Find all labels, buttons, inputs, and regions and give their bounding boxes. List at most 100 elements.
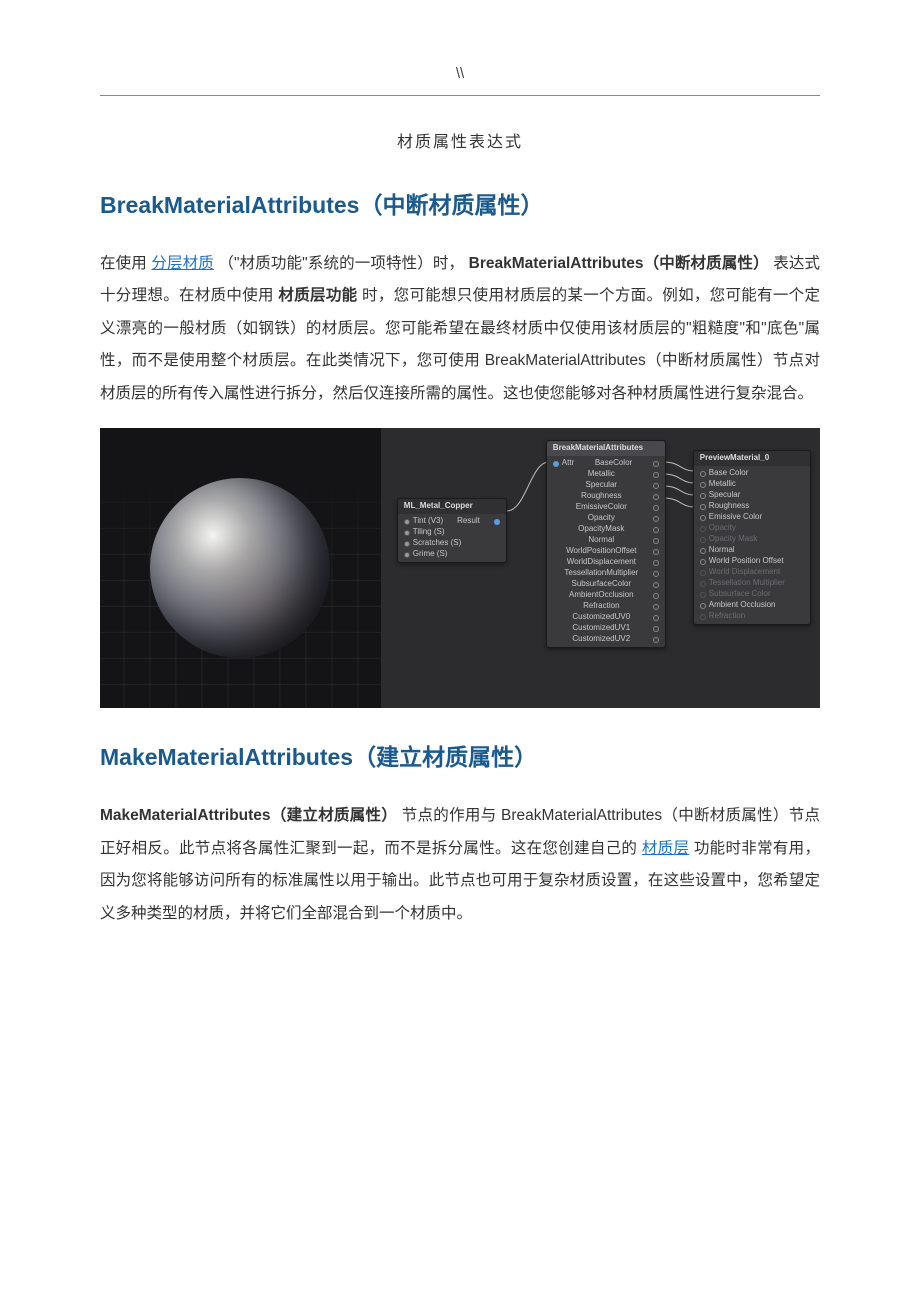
output-pin-icon: [653, 549, 659, 555]
node-pin-row[interactable]: Tiling (S): [402, 527, 502, 538]
node-pin-row[interactable]: EmissiveColor: [551, 502, 661, 513]
node-pin-row[interactable]: Opacity: [551, 513, 661, 524]
node-pin-row[interactable]: Refraction: [551, 601, 661, 612]
node-pin-row[interactable]: World Displacement: [698, 567, 806, 578]
input-pin-icon: [404, 541, 410, 547]
node-pin-row[interactable]: Normal: [551, 535, 661, 546]
layered-material-link[interactable]: 分层材质: [151, 255, 214, 272]
material-layer-link[interactable]: 材质层: [642, 840, 689, 857]
pin-label: TessellationMultiplier: [564, 568, 638, 579]
output-pin-icon: [653, 472, 659, 478]
pin-label: Roughness: [709, 501, 749, 512]
node-pin-row[interactable]: World Position Offset: [698, 556, 806, 567]
input-pin-icon: [700, 537, 706, 543]
output-pin-icon: [653, 582, 659, 588]
node-pin-row[interactable]: Subsurface Color: [698, 589, 806, 600]
node-pin-row[interactable]: Specular: [698, 490, 806, 501]
pin-label: World Displacement: [709, 567, 780, 578]
pin-label: World Position Offset: [709, 556, 784, 567]
pin-label: WorldDisplacement: [567, 557, 636, 568]
node-pin-row[interactable]: Grime (S): [402, 549, 502, 560]
input-pin-icon: [700, 614, 706, 620]
node-graph: ML_Metal_Copper Tint (V3)ResultTiling (S…: [381, 428, 820, 708]
node-pin-row[interactable]: Opacity: [698, 523, 806, 534]
input-pin-icon: [553, 461, 559, 467]
node-pin-row[interactable]: CustomizedUV0: [551, 612, 661, 623]
input-pin-icon: [700, 559, 706, 565]
output-pin-icon: [653, 538, 659, 544]
pin-label: Opacity: [588, 513, 615, 524]
pin-label: Grime (S): [413, 549, 448, 560]
node-pin-row[interactable]: Opacity Mask: [698, 534, 806, 545]
node-pin-row[interactable]: WorldDisplacement: [551, 557, 661, 568]
node-pin-row[interactable]: AttrBaseColor: [551, 458, 661, 469]
pin-label: Opacity: [709, 523, 736, 534]
node-pin-row[interactable]: Base Color: [698, 468, 806, 479]
node-pin-row[interactable]: CustomizedUV1: [551, 623, 661, 634]
pin-label: Refraction: [709, 611, 745, 622]
pin-label: CustomizedUV0: [572, 612, 630, 623]
output-pin-icon: [653, 483, 659, 489]
output-pin-icon: [653, 527, 659, 533]
pin-label: Tessellation Multiplier: [709, 578, 785, 589]
header-rule: [100, 95, 820, 96]
node-pin-row[interactable]: Normal: [698, 545, 806, 556]
document-title: 材质属性表达式: [100, 128, 820, 158]
pin-label: Subsurface Color: [709, 589, 771, 600]
pin-label: Metallic: [588, 469, 615, 480]
node-pin-row[interactable]: CustomizedUV2: [551, 634, 661, 645]
node-ml-metal-copper[interactable]: ML_Metal_Copper Tint (V3)ResultTiling (S…: [397, 498, 507, 563]
node-pin-row[interactable]: Emissive Color: [698, 512, 806, 523]
node-pin-row[interactable]: Metallic: [698, 479, 806, 490]
node-pin-row[interactable]: OpacityMask: [551, 524, 661, 535]
heading-cn: （建立材质属性）: [353, 744, 537, 770]
section-break-heading: BreakMaterialAttributes（中断材质属性）: [100, 184, 820, 228]
node-pin-row[interactable]: Refraction: [698, 611, 806, 622]
pin-label: Base Color: [709, 468, 749, 479]
pin-label: Normal: [588, 535, 614, 546]
pin-label: BaseColor: [595, 458, 632, 469]
heading-en: MakeMaterialAttributes: [100, 744, 353, 770]
input-pin-icon: [700, 603, 706, 609]
heading-cn: （中断材质属性）: [359, 192, 543, 218]
node-pin-row[interactable]: Scratches (S): [402, 538, 502, 549]
pin-label: SubsurfaceColor: [572, 579, 632, 590]
output-pin-icon: [653, 615, 659, 621]
input-pin-icon: [700, 471, 706, 477]
node-pin-row[interactable]: TessellationMultiplier: [551, 568, 661, 579]
heading-en: BreakMaterialAttributes: [100, 192, 359, 218]
output-pin-icon: [653, 604, 659, 610]
node-pin-row[interactable]: Tint (V3)Result: [402, 516, 502, 527]
node-pin-row[interactable]: Roughness: [551, 491, 661, 502]
term-bold: BreakMaterialAttributes（中断材质属性）: [469, 255, 769, 272]
output-pin-icon: [653, 505, 659, 511]
pin-label: Opacity Mask: [709, 534, 757, 545]
pin-label: EmissiveColor: [576, 502, 627, 513]
node-pin-row[interactable]: Metallic: [551, 469, 661, 480]
output-pin-icon: [653, 494, 659, 500]
input-pin-icon: [700, 493, 706, 499]
pin-label: WorldPositionOffset: [566, 546, 636, 557]
output-pin-icon: [653, 626, 659, 632]
input-pin-icon: [700, 526, 706, 532]
node-pin-row[interactable]: AmbientOcclusion: [551, 590, 661, 601]
pin-label: Normal: [709, 545, 735, 556]
node-pin-row[interactable]: Ambient Occlusion: [698, 600, 806, 611]
output-pin-icon: [494, 519, 500, 525]
node-pin-row[interactable]: Roughness: [698, 501, 806, 512]
node-pin-row[interactable]: Specular: [551, 480, 661, 491]
input-pin-icon: [404, 519, 410, 525]
input-pin-icon: [700, 482, 706, 488]
node-pin-row[interactable]: WorldPositionOffset: [551, 546, 661, 557]
preview-sphere: [150, 478, 330, 658]
pin-label: CustomizedUV1: [572, 623, 630, 634]
input-pin-icon: [700, 548, 706, 554]
input-pin-icon: [404, 552, 410, 558]
node-break-material-attributes[interactable]: BreakMaterialAttributes AttrBaseColorMet…: [546, 440, 666, 648]
preview-viewport: [100, 428, 381, 708]
node-preview-material[interactable]: PreviewMaterial_0 Base ColorMetallicSpec…: [693, 450, 811, 625]
pin-label: Ambient Occlusion: [709, 600, 776, 611]
node-pin-row[interactable]: SubsurfaceColor: [551, 579, 661, 590]
node-header: PreviewMaterial_0: [694, 451, 810, 466]
node-pin-row[interactable]: Tessellation Multiplier: [698, 578, 806, 589]
